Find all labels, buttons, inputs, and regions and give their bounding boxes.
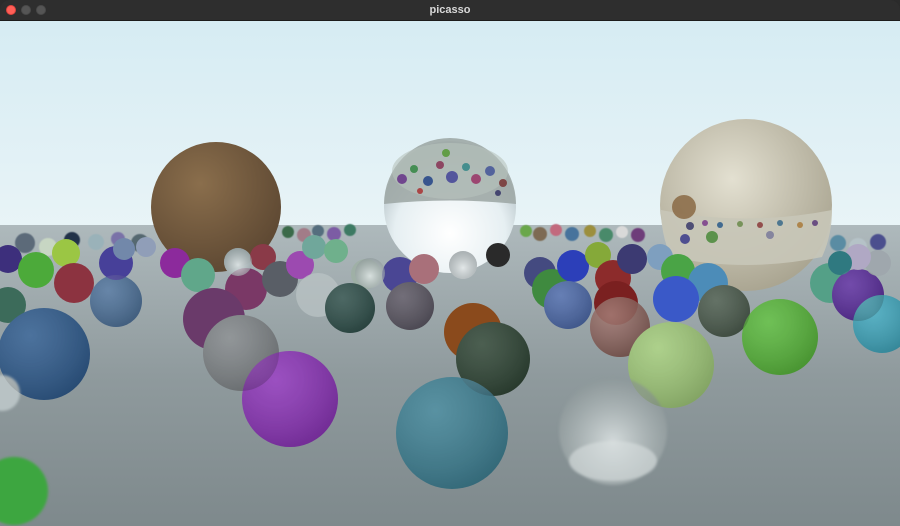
rendered-scene (0, 21, 900, 526)
title-bar[interactable]: picasso (0, 0, 900, 21)
window-title: picasso (429, 4, 471, 16)
render-viewport (0, 21, 900, 526)
app-window: picasso (0, 0, 900, 526)
